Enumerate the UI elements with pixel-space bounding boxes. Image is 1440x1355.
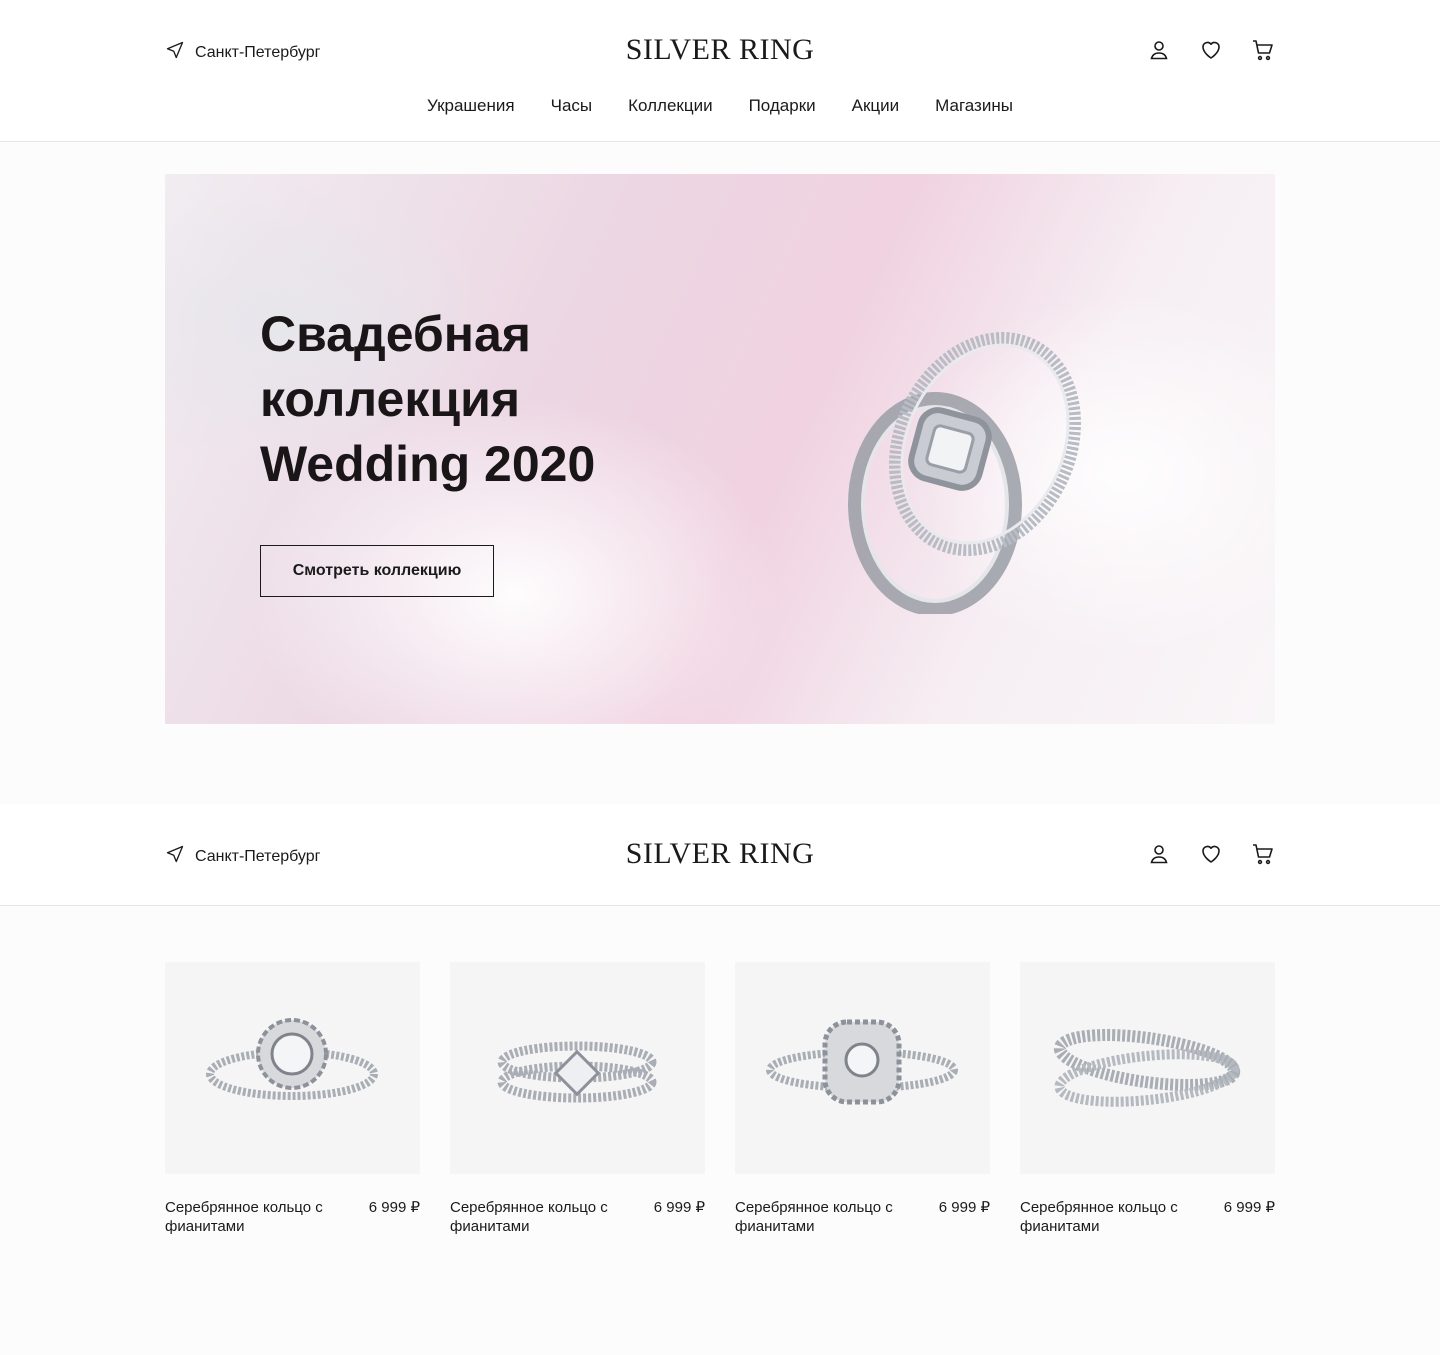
nav-item-sales[interactable]: Акции [852, 96, 900, 116]
product-name: Серебрянное кольцо с фианитами [1020, 1199, 1178, 1235]
product-price: 6 999 ₽ [938, 1199, 990, 1216]
main-nav: Украшения Часы Коллекции Подарки Акции М… [0, 96, 1440, 116]
heart-icon[interactable] [1199, 842, 1223, 866]
header-actions [1147, 38, 1275, 62]
cart-icon[interactable] [1251, 842, 1275, 866]
wedding-rings-image [848, 332, 1081, 614]
product-card[interactable]: Серебрянное кольцо с фианитами 6 999 ₽ [450, 962, 705, 1236]
cart-icon[interactable] [1251, 38, 1275, 62]
product-image[interactable] [735, 962, 990, 1174]
nav-item-collections[interactable]: Коллекции [628, 96, 712, 116]
header-actions [1147, 842, 1275, 866]
nav-item-stores[interactable]: Магазины [935, 96, 1013, 116]
product-card[interactable]: Серебрянное кольцо с фианитами 6 999 ₽ [165, 962, 420, 1236]
product-image[interactable] [1020, 962, 1275, 1174]
nav-item-jewelry[interactable]: Украшения [427, 96, 515, 116]
view-collection-button[interactable]: Смотреть коллекцию [260, 545, 494, 597]
product-image[interactable] [165, 962, 420, 1174]
user-icon[interactable] [1147, 38, 1171, 62]
product-image[interactable] [450, 962, 705, 1174]
main-header: Санкт-Петербург SILVER RING Украшения Ча… [0, 0, 1440, 142]
product-name: Серебрянное кольцо с фианитами [165, 1199, 323, 1235]
product-card[interactable]: Серебрянное кольцо с фианитами 6 999 ₽ [1020, 962, 1275, 1236]
secondary-header: Санкт-Петербург SILVER RING [0, 804, 1440, 906]
nav-item-gifts[interactable]: Подарки [749, 96, 816, 116]
product-price: 6 999 ₽ [368, 1199, 420, 1216]
product-grid: Серебрянное кольцо с фианитами 6 999 ₽ С… [165, 962, 1275, 1236]
product-price: 6 999 ₽ [1223, 1199, 1275, 1216]
hero-title-line: Свадебная [260, 306, 531, 362]
hero-banner: Свадебная коллекция Wedding 2020 Смотрет… [165, 174, 1275, 724]
product-card[interactable]: Серебрянное кольцо с фианитами 6 999 ₽ [735, 962, 990, 1236]
heart-icon[interactable] [1199, 38, 1223, 62]
hero-title-line: коллекция [260, 371, 521, 427]
nav-item-watches[interactable]: Часы [551, 96, 593, 116]
product-name: Серебрянное кольцо с фианитами [450, 1199, 608, 1235]
user-icon[interactable] [1147, 842, 1171, 866]
hero-title: Свадебная коллекция Wedding 2020 [260, 302, 595, 497]
hero-title-line: Wedding 2020 [260, 436, 596, 492]
product-name: Серебрянное кольцо с фианитами [735, 1199, 893, 1235]
product-price: 6 999 ₽ [653, 1199, 705, 1216]
